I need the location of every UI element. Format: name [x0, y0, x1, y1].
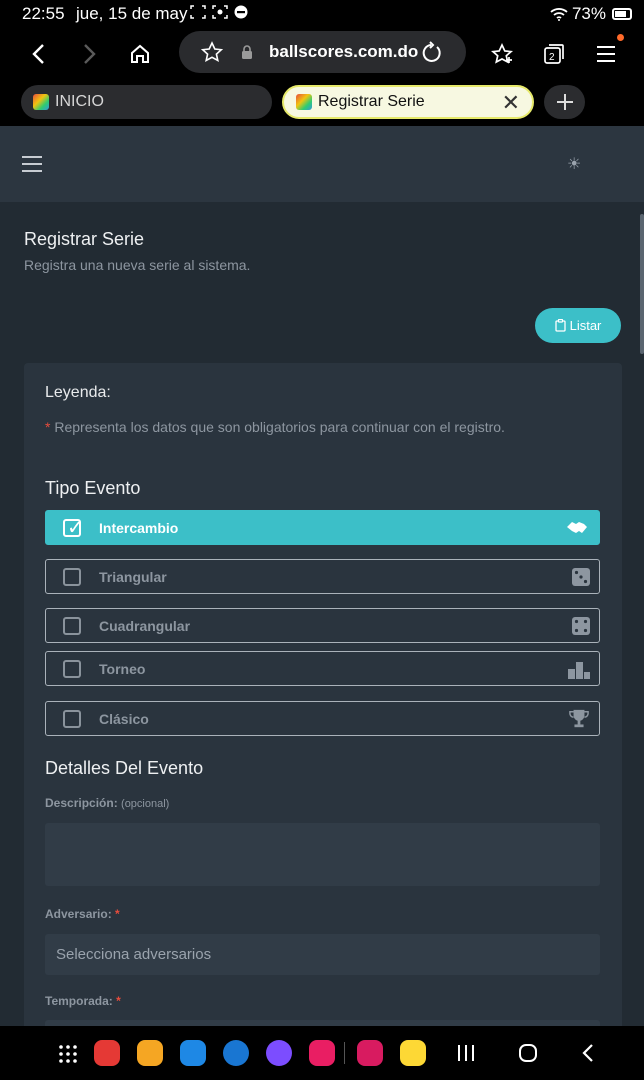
status-bar: 22:55 jue, 15 de may 73%: [0, 0, 644, 28]
dock-divider: [344, 1042, 345, 1064]
back-button-icon[interactable]: [581, 1043, 595, 1063]
dice-three-icon: [572, 568, 590, 586]
reload-icon[interactable]: [420, 41, 442, 63]
adversario-label: Adversario: *: [45, 907, 120, 921]
gallery-app-icon[interactable]: [357, 1040, 383, 1066]
option-torneo[interactable]: Torneo: [45, 651, 600, 686]
required-star: *: [116, 994, 121, 1008]
detalles-title: Detalles Del Evento: [45, 758, 204, 778]
app-drawer-icon[interactable]: [58, 1044, 78, 1064]
clipboard-icon: [554, 319, 566, 332]
required-star: *: [115, 907, 120, 921]
recent-apps-icon[interactable]: [457, 1044, 475, 1062]
hamburger-menu-icon[interactable]: [22, 156, 42, 172]
option-clasico[interactable]: Clásico: [45, 701, 600, 736]
forward-icon[interactable]: [72, 36, 108, 72]
status-right: 73%: [550, 4, 632, 24]
tipo-evento-title: Tipo Evento: [45, 478, 141, 498]
checkbox[interactable]: [63, 709, 81, 728]
close-tab-icon[interactable]: ✕: [502, 90, 520, 116]
battery-percent: 73%: [571, 4, 606, 23]
legend-text: * Representa los datos que son obligator…: [45, 419, 505, 435]
do-not-disturb-icon: [234, 5, 248, 19]
option-label: Cuadrangular: [99, 617, 191, 634]
tab-inicio[interactable]: INICIO: [21, 85, 272, 119]
back-icon[interactable]: [20, 36, 56, 72]
option-label: Intercambio: [99, 519, 179, 536]
bookmarks-icon[interactable]: [484, 36, 520, 72]
home-icon[interactable]: [122, 36, 158, 72]
tab-label: INICIO: [55, 93, 104, 110]
podium-icon: [568, 662, 590, 679]
browser-toolbar: ballscores.com.do 2: [0, 28, 644, 78]
menu-icon[interactable]: [588, 36, 624, 72]
system-nav-bar: [0, 1026, 644, 1080]
site-header: ☀: [0, 126, 644, 202]
page-subtitle: Registra una nueva serie al sistema.: [24, 257, 251, 273]
notification-dot: [617, 34, 624, 41]
handshake-icon: [567, 522, 587, 533]
bookmark-star-icon[interactable]: [201, 41, 223, 63]
status-notification-icons: [190, 5, 248, 19]
svg-text:2: 2: [549, 52, 555, 63]
tab-registrar-serie[interactable]: Registrar Serie ✕: [282, 85, 534, 119]
legend-title: Leyenda:: [45, 384, 111, 401]
check-icon: ✓: [67, 516, 84, 539]
checkbox[interactable]: [63, 659, 81, 678]
listar-button[interactable]: Listar: [535, 308, 621, 343]
url-text: ballscores.com.do: [269, 42, 419, 61]
form-card: Leyenda: * Representa los datos que son …: [24, 363, 622, 1026]
tab-label: Registrar Serie: [318, 93, 425, 110]
calendar-app-icon[interactable]: [180, 1040, 206, 1066]
listar-label: Listar: [569, 318, 602, 333]
required-star: *: [45, 419, 51, 435]
descripcion-textarea[interactable]: [45, 823, 600, 886]
new-tab-button[interactable]: [544, 85, 585, 119]
checkbox-checked[interactable]: ✓: [63, 517, 84, 539]
home-button-icon[interactable]: [518, 1043, 538, 1063]
lock-icon: [242, 45, 252, 59]
temporada-label-text: Temporada:: [45, 994, 113, 1008]
messages-app-icon[interactable]: [223, 1040, 249, 1066]
checkbox[interactable]: [63, 616, 81, 635]
files-app-icon[interactable]: [137, 1040, 163, 1066]
tab-strip: INICIO Registrar Serie ✕: [0, 78, 644, 126]
address-bar[interactable]: ballscores.com.do: [179, 31, 466, 73]
option-label: Torneo: [99, 660, 146, 677]
keep-app-icon[interactable]: [400, 1040, 426, 1066]
status-date: jue, 15 de may: [76, 4, 188, 23]
page-title: Registrar Serie: [24, 229, 145, 249]
theme-toggle-sun-icon[interactable]: ☀: [567, 154, 581, 174]
checkbox[interactable]: [63, 567, 81, 586]
wifi-icon: [550, 8, 568, 21]
tabs-count-icon[interactable]: 2: [536, 36, 572, 72]
scrollbar[interactable]: [640, 214, 644, 354]
temporada-label: Temporada: *: [45, 994, 121, 1008]
descripcion-label: Descripción: (opcional): [45, 796, 169, 810]
plus-icon: [556, 94, 573, 110]
web-page: ☀ Registrar Serie Registra una nueva ser…: [0, 126, 644, 1026]
status-time: 22:55: [22, 4, 65, 23]
optional-tag: (opcional): [121, 798, 170, 810]
descripcion-label-text: Descripción:: [45, 796, 118, 810]
option-label: Clásico: [99, 710, 149, 727]
adversario-select[interactable]: Selecciona adversarios: [45, 934, 600, 975]
screen-record-icon: [212, 5, 228, 19]
legend-description: Representa los datos que son obligatorio…: [54, 419, 505, 435]
option-triangular[interactable]: Triangular: [45, 559, 600, 594]
option-intercambio[interactable]: ✓ Intercambio: [45, 510, 600, 545]
screenshot-icon: [190, 5, 206, 19]
browser-app-icon[interactable]: [266, 1040, 292, 1066]
camera-app-icon[interactable]: [309, 1040, 335, 1066]
favicon-icon: [33, 94, 49, 110]
adversario-label-text: Adversario:: [45, 907, 112, 921]
trophy-icon: [569, 709, 589, 728]
option-cuadrangular[interactable]: Cuadrangular: [45, 608, 600, 643]
flipboard-app-icon[interactable]: [94, 1040, 120, 1066]
option-label: Triangular: [99, 568, 167, 585]
favicon-icon: [296, 94, 312, 110]
dice-four-icon: [572, 617, 590, 635]
battery-icon: [612, 8, 632, 20]
